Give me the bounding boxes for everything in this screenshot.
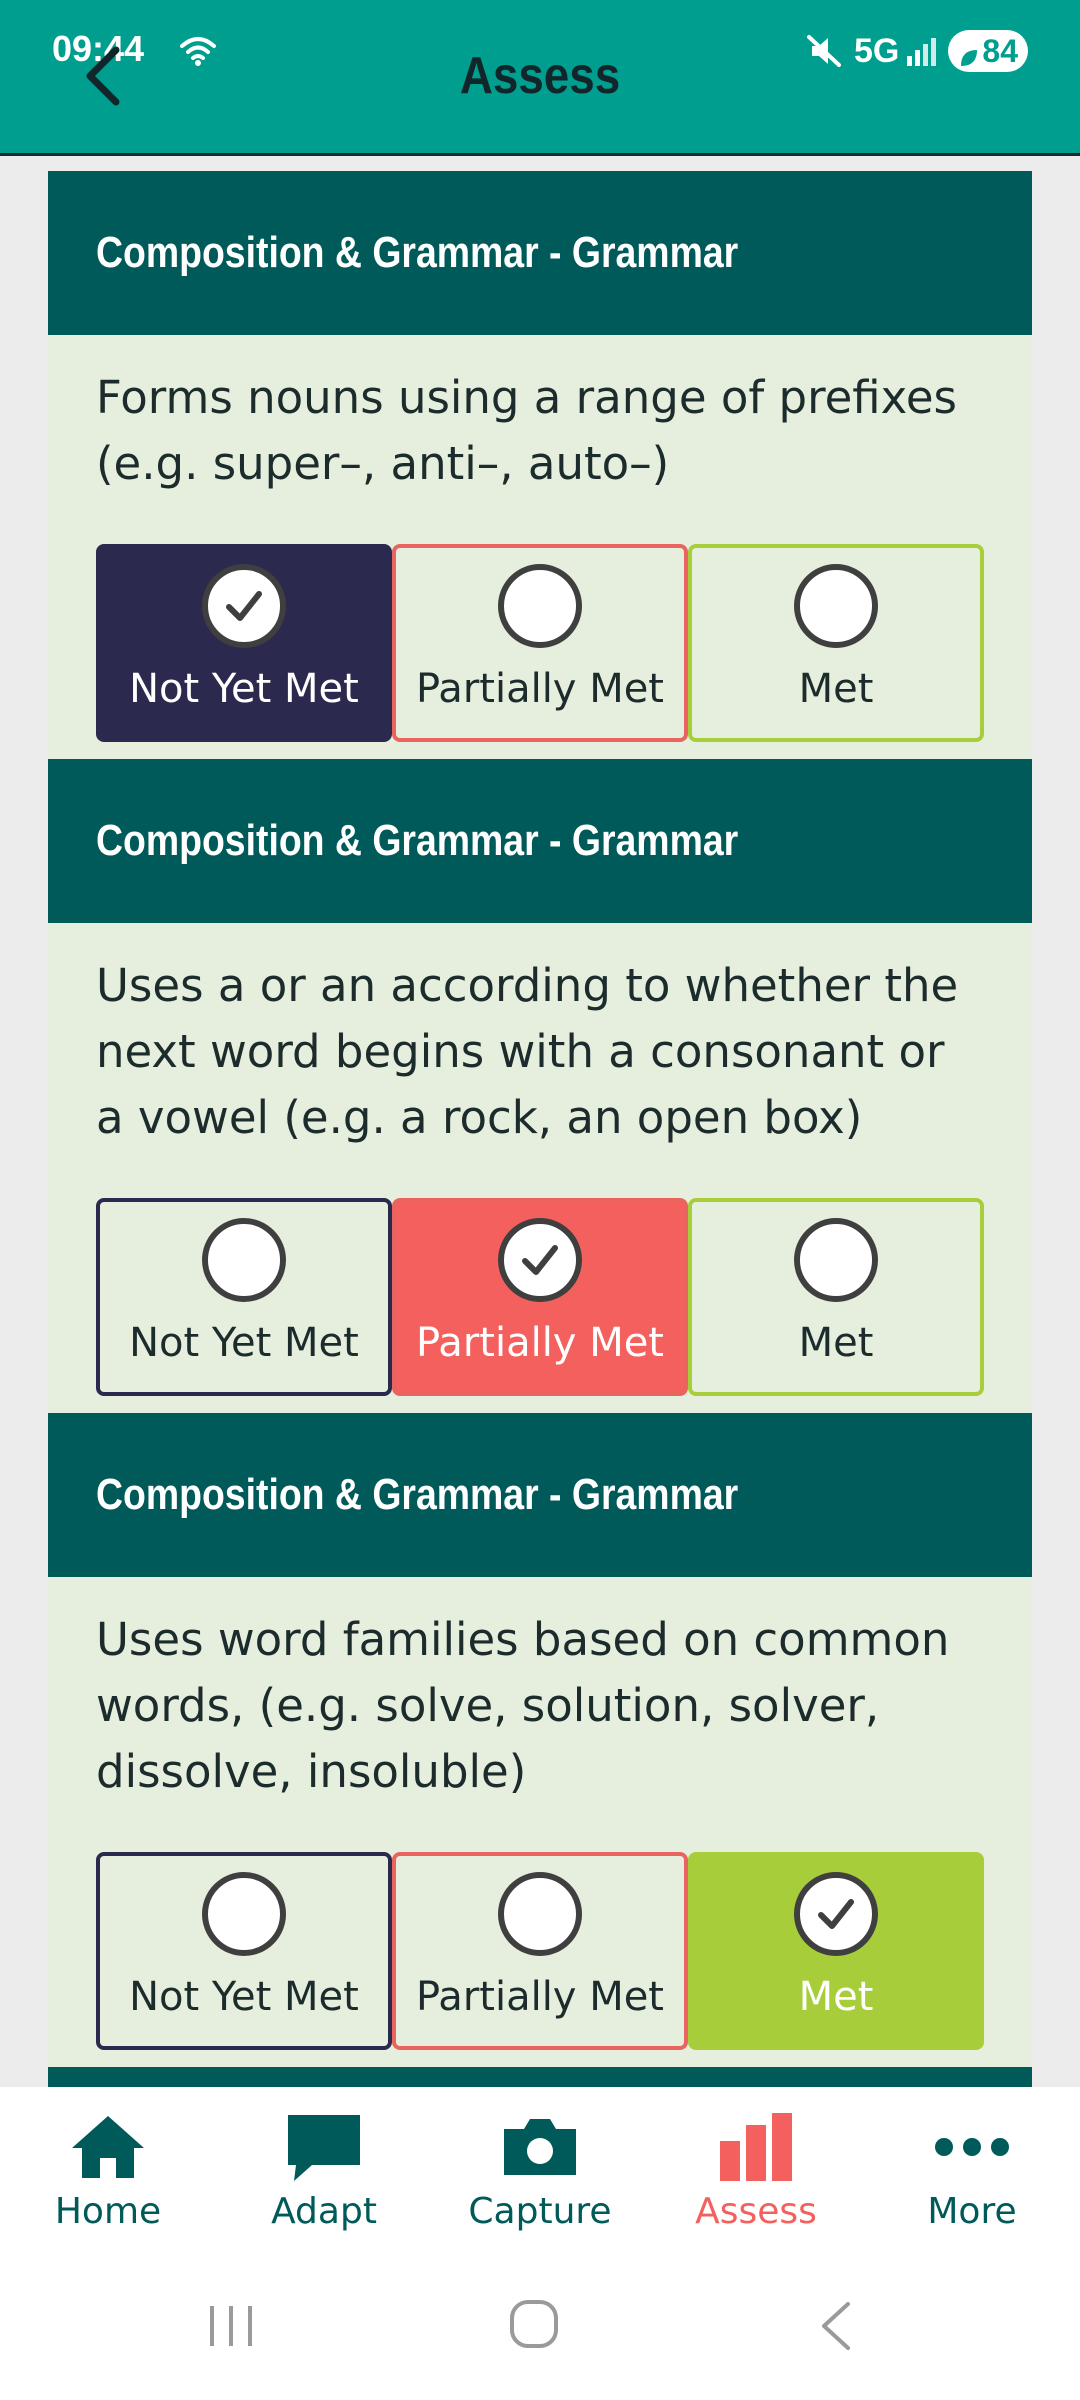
nav-label: Home bbox=[54, 2191, 162, 2232]
check-circle-icon bbox=[794, 1872, 878, 1956]
bottom-navigation: Home Adapt Capture Assess More bbox=[0, 2087, 1080, 2252]
card-category-header: Composition & Grammar - Grammar bbox=[48, 1413, 1032, 1577]
rating-options: Not Yet Met Partially Met Met bbox=[96, 1198, 1032, 1396]
camera-icon bbox=[500, 2111, 580, 2183]
assessment-card: Composition & Grammar - Grammar Uses a o… bbox=[48, 759, 1032, 1414]
battery-level: 84 bbox=[982, 32, 1018, 69]
option-not-yet-met[interactable]: Not Yet Met bbox=[96, 1198, 392, 1396]
empty-circle-icon bbox=[794, 1218, 878, 1302]
nav-more[interactable]: More bbox=[864, 2087, 1080, 2252]
option-partially-met[interactable]: Partially Met bbox=[392, 544, 688, 742]
option-met[interactable]: Met bbox=[688, 544, 984, 742]
assessment-list[interactable]: Composition & Grammar - Grammar Forms no… bbox=[0, 159, 1080, 2087]
option-not-yet-met[interactable]: Not Yet Met bbox=[96, 544, 392, 742]
rating-options: Not Yet Met Partially Met Met bbox=[96, 1852, 1032, 2050]
nav-assess[interactable]: Assess bbox=[648, 2087, 864, 2252]
home-button-icon[interactable] bbox=[508, 2298, 560, 2354]
next-card-header bbox=[48, 2067, 1032, 2087]
option-label: Not Yet Met bbox=[129, 666, 359, 712]
nav-home[interactable]: Home bbox=[0, 2087, 216, 2252]
battery-saver-leaf-icon bbox=[958, 40, 980, 77]
option-label: Met bbox=[798, 666, 874, 712]
option-label: Not Yet Met bbox=[129, 1320, 359, 1366]
option-label: Met bbox=[798, 1320, 874, 1366]
nav-label: Assess bbox=[695, 2191, 817, 2232]
option-partially-met[interactable]: Partially Met bbox=[392, 1852, 688, 2050]
option-met[interactable]: Met bbox=[688, 1198, 984, 1396]
card-description: Forms nouns using a range of prefixes (e… bbox=[96, 371, 957, 490]
nav-label: Adapt bbox=[271, 2191, 377, 2232]
card-category: Composition & Grammar - Grammar bbox=[96, 228, 739, 277]
system-back-icon[interactable] bbox=[818, 2300, 854, 2356]
empty-circle-icon bbox=[498, 1872, 582, 1956]
option-not-yet-met[interactable]: Not Yet Met bbox=[96, 1852, 392, 2050]
chat-bubble-icon bbox=[284, 2111, 364, 2183]
check-circle-icon bbox=[498, 1218, 582, 1302]
nav-capture[interactable]: Capture bbox=[432, 2087, 648, 2252]
empty-circle-icon bbox=[202, 1872, 286, 1956]
check-circle-icon bbox=[202, 564, 286, 648]
nav-label: Capture bbox=[468, 2191, 612, 2232]
nav-adapt[interactable]: Adapt bbox=[216, 2087, 432, 2252]
option-label: Partially Met bbox=[415, 666, 664, 712]
mute-icon bbox=[806, 34, 842, 72]
signal-icon bbox=[906, 36, 938, 70]
recents-icon[interactable] bbox=[206, 2302, 256, 2354]
battery-indicator: 84 bbox=[948, 30, 1028, 72]
app-header: 09:44 Assess 5G 84 bbox=[0, 0, 1080, 156]
bar-chart-icon bbox=[716, 2111, 796, 2183]
option-met[interactable]: Met bbox=[688, 1852, 984, 2050]
home-icon bbox=[68, 2111, 148, 2183]
nav-label: More bbox=[927, 2191, 1017, 2232]
system-navigation-bar bbox=[0, 2252, 1080, 2400]
option-label: Partially Met bbox=[415, 1320, 664, 1366]
option-partially-met[interactable]: Partially Met bbox=[392, 1198, 688, 1396]
empty-circle-icon bbox=[794, 564, 878, 648]
card-description: Uses a or an according to whether the ne… bbox=[96, 959, 959, 1144]
option-label: Not Yet Met bbox=[129, 1974, 359, 2020]
option-label: Partially Met bbox=[415, 1974, 664, 2020]
option-label: Met bbox=[798, 1974, 874, 2020]
empty-circle-icon bbox=[498, 564, 582, 648]
assessment-card: Composition & Grammar - Grammar Forms no… bbox=[48, 171, 1032, 760]
more-dots-icon bbox=[932, 2111, 1012, 2183]
card-category-header: Composition & Grammar - Grammar bbox=[48, 759, 1032, 923]
card-description: Uses word families based on common words… bbox=[96, 1613, 950, 1798]
card-category: Composition & Grammar - Grammar bbox=[96, 816, 739, 865]
empty-circle-icon bbox=[202, 1218, 286, 1302]
card-category: Composition & Grammar - Grammar bbox=[96, 1470, 739, 1519]
network-type: 5G bbox=[854, 32, 900, 70]
rating-options: Not Yet Met Partially Met Met bbox=[96, 544, 1032, 742]
assessment-card: Composition & Grammar - Grammar Uses wor… bbox=[48, 1413, 1032, 2068]
card-category-header: Composition & Grammar - Grammar bbox=[48, 171, 1032, 335]
